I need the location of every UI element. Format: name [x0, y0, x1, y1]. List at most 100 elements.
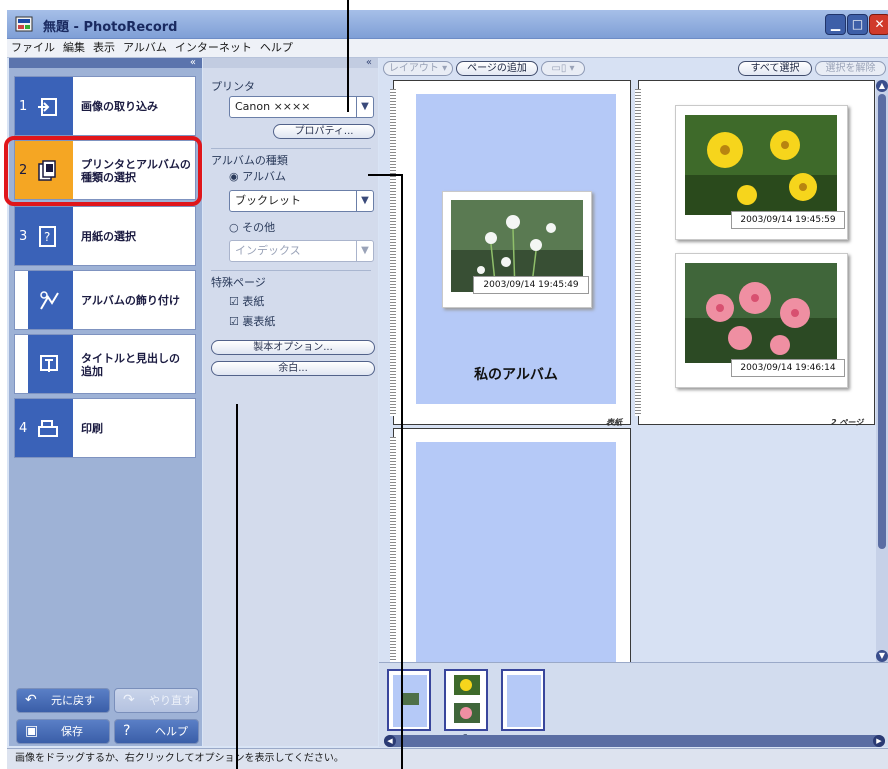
binding-options-button[interactable]: 製本オプション...	[211, 340, 375, 355]
properties-button[interactable]: プロパティ...	[273, 124, 375, 139]
photo-pink-flowers[interactable]: 2003/09/14 19:46:14	[675, 253, 848, 388]
album-page-2[interactable]: 2003/09/14 19:45:59 2003/09/14 19:46:14 …	[635, 80, 875, 427]
paper-icon: ?	[37, 225, 59, 247]
scroll-left-icon[interactable]: ◀	[384, 735, 396, 747]
menu-internet[interactable]: インターネット	[171, 39, 256, 57]
status-bar: 画像をドラッグするか、右クリックしてオプションを表示してください。	[7, 748, 888, 769]
undo-icon: ↶	[25, 692, 37, 708]
thumbnail-photo	[401, 693, 419, 705]
checkbox-checked-icon: ☑	[229, 295, 239, 308]
app-icon	[15, 15, 35, 33]
checkbox-back-cover-label: 裏表紙	[242, 315, 276, 328]
special-pages-label: 特殊ページ	[211, 276, 266, 289]
chevron-down-icon: ▼	[356, 191, 373, 211]
step-print[interactable]: 4 印刷	[14, 398, 196, 458]
layout-label: レイアウト	[388, 63, 439, 74]
callout-line-album-type	[401, 174, 403, 769]
maximize-button[interactable]: □	[847, 14, 868, 35]
album-style-select[interactable]: ブックレット ▼	[229, 190, 374, 212]
menu-edit[interactable]: 編集	[59, 39, 89, 57]
help-button[interactable]: ? ヘルプ	[114, 719, 199, 744]
step-select-paper[interactable]: 3 ? 用紙の選択	[14, 206, 196, 266]
select-all-button[interactable]: すべて選択	[738, 61, 812, 76]
layout-button[interactable]: レイアウト ▾	[383, 61, 453, 76]
scrollbar-thumb[interactable]	[878, 94, 886, 549]
cover-photo[interactable]: 2003/09/14 19:45:49	[442, 191, 592, 308]
import-icon	[37, 96, 59, 118]
menu-bar: ファイル 編集 表示 アルバム インターネット ヘルプ	[7, 39, 888, 58]
checkbox-cover[interactable]: ☑ 表紙	[229, 293, 264, 309]
spiral-binding	[390, 437, 396, 662]
checkbox-checked-icon: ☑	[229, 315, 239, 328]
step-number: 3	[19, 229, 28, 244]
title-bar[interactable]: 無題 - PhotoRecord ▁ □ ✕	[7, 10, 888, 39]
cover-title[interactable]: 私のアルバム	[416, 364, 616, 384]
step-import-images[interactable]: 1 画像の取り込み	[14, 76, 196, 136]
steps-collapse-button[interactable]: «	[9, 58, 202, 68]
radio-album[interactable]: ◉ アルバム	[229, 168, 286, 184]
chevron-down-icon: ▾	[442, 63, 448, 74]
scroll-up-icon[interactable]: ▲	[876, 80, 888, 92]
thumbnail-preview	[507, 675, 541, 727]
menu-file[interactable]: ファイル	[7, 39, 59, 57]
callout-line-special-pages	[236, 404, 238, 769]
menu-album[interactable]: アルバム	[119, 39, 171, 57]
cover-page[interactable]: 2003/09/14 19:45:49 私のアルバム 表紙	[390, 80, 631, 427]
undo-button[interactable]: ↶ 元に戻す	[16, 688, 110, 713]
step-number-column: 1	[15, 77, 73, 135]
deselect-button[interactable]: 選択を解除	[815, 61, 886, 76]
scroll-down-icon[interactable]: ▼	[876, 650, 888, 662]
step-number-column: 4	[15, 399, 73, 457]
step-decorate-album[interactable]: アルバムの飾り付け	[14, 270, 196, 330]
menu-view[interactable]: 表示	[89, 39, 119, 57]
step-number-column: 3 ?	[15, 207, 73, 265]
step-label: アルバムの飾り付け	[81, 294, 180, 307]
app-window: 無題 - PhotoRecord ▁ □ ✕ ファイル 編集 表示 アルバム インターネ…	[4, 10, 888, 769]
spiral-binding	[390, 89, 396, 416]
options-collapse-button[interactable]: «	[203, 58, 378, 68]
margins-button[interactable]: 余白...	[211, 361, 375, 376]
radio-selected-icon: ◉	[229, 170, 239, 183]
album-style-value: ブックレット	[235, 194, 301, 207]
printer-value: Canon ××××	[235, 100, 311, 113]
help-icon: ?	[123, 723, 131, 739]
thumbnail-cover[interactable]	[387, 669, 431, 731]
page-layout-button[interactable]: ▭▯ ▾	[541, 61, 585, 76]
close-button[interactable]: ✕	[869, 14, 888, 35]
checkbox-cover-label: 表紙	[242, 295, 265, 308]
options-panel: « プリンタ Canon ×××× ▼ プロパティ... アルバムの種類 ◉ ア…	[203, 58, 378, 746]
photo-timestamp: 2003/09/14 19:46:14	[731, 359, 845, 377]
radio-other[interactable]: ○ その他	[229, 219, 275, 235]
menu-help[interactable]: ヘルプ	[256, 39, 297, 57]
maximize-icon: □	[851, 17, 864, 31]
vertical-scrollbar[interactable]: ▲ ▼	[876, 80, 888, 662]
printer-select[interactable]: Canon ×××× ▼	[229, 96, 374, 118]
chevron-down-icon: ▼	[356, 97, 373, 117]
save-button[interactable]: ▣ 保存	[16, 719, 110, 744]
page-2-label: 2 ページ	[831, 418, 864, 427]
minimize-icon: ▁	[830, 17, 841, 31]
callout-line-printer	[347, 0, 349, 112]
photo-yellow-flowers[interactable]: 2003/09/14 19:45:59	[675, 105, 848, 240]
double-chevron-left-icon: «	[365, 57, 372, 68]
thumbnail-photo	[454, 675, 480, 695]
redo-button[interactable]: ↷ やり直す	[114, 688, 199, 713]
add-page-button[interactable]: ページの追加	[456, 61, 538, 76]
minimize-button[interactable]: ▁	[825, 14, 846, 35]
checkbox-back-cover[interactable]: ☑ 裏表紙	[229, 313, 275, 329]
photo-timestamp: 2003/09/14 19:45:49	[473, 276, 589, 294]
scroll-right-icon[interactable]: ▶	[873, 735, 885, 747]
horizontal-scrollbar[interactable]: ◀ ▶	[384, 735, 885, 747]
thumbnail-page-3[interactable]	[501, 669, 545, 731]
redo-icon: ↷	[123, 692, 135, 708]
step-number: 1	[19, 99, 28, 114]
cover-page-label: 表紙	[606, 418, 622, 427]
save-icon: ▣	[25, 723, 39, 739]
album-page-3[interactable]	[390, 428, 631, 663]
save-label: 保存	[61, 725, 83, 738]
album-type-label: アルバムの種類	[211, 154, 288, 167]
step-add-titles[interactable]: タイトルと見出しの 追加	[14, 334, 196, 394]
page-background	[416, 442, 616, 663]
thumbnail-page-2[interactable]	[444, 669, 488, 731]
close-icon: ✕	[874, 17, 885, 31]
